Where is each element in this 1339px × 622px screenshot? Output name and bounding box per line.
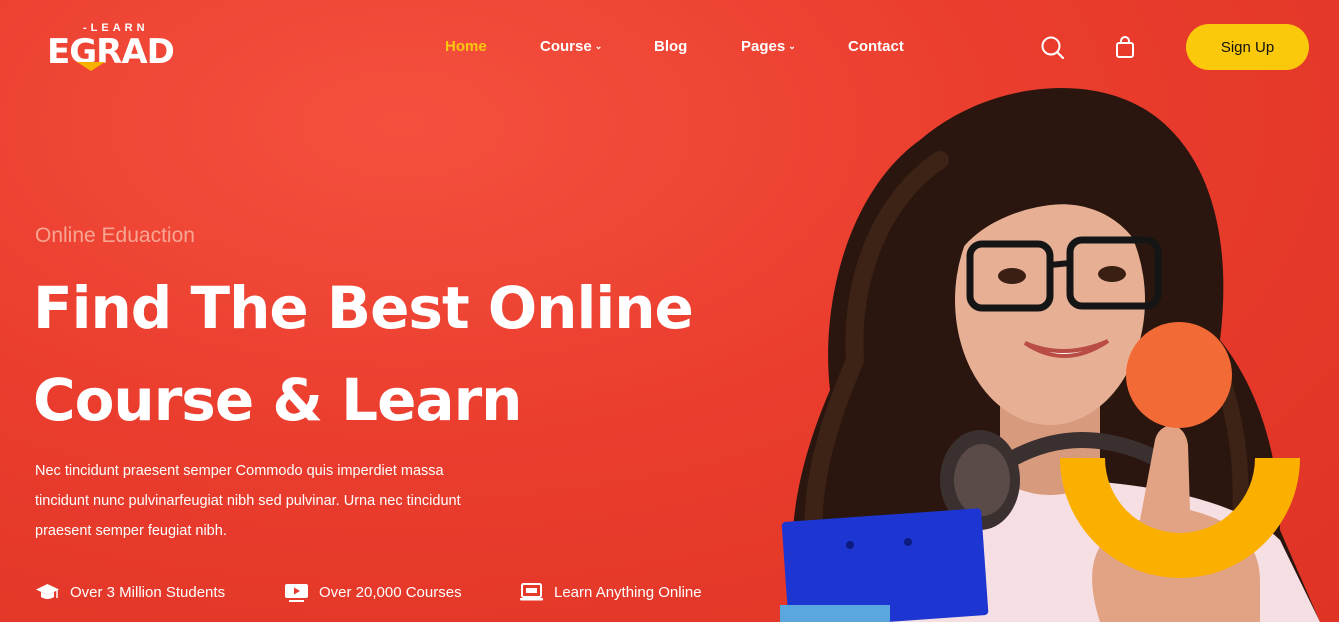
headline-line-1: Find The Best Online bbox=[33, 274, 694, 342]
nav-pages[interactable]: Pages ⌄ bbox=[741, 38, 796, 55]
feature-courses-label: Over 20,000 Courses bbox=[319, 583, 462, 601]
shopping-bag-icon[interactable] bbox=[1112, 34, 1140, 62]
nav-course-label: Course bbox=[540, 38, 592, 55]
hero-description: Nec tincidunt praesent semper Commodo qu… bbox=[35, 456, 535, 546]
description-line-1: Nec tincidunt praesent semper Commodo qu… bbox=[35, 463, 444, 479]
graduation-cap-icon bbox=[36, 584, 59, 599]
nav-blog-label: Blog bbox=[654, 38, 688, 55]
nav-course[interactable]: Course ⌄ bbox=[540, 38, 602, 55]
nav-pages-label: Pages bbox=[741, 38, 786, 55]
video-play-icon bbox=[285, 584, 308, 602]
nav-contact[interactable]: Contact bbox=[848, 38, 904, 55]
search-icon[interactable] bbox=[1039, 34, 1067, 62]
nav-home-label: Home bbox=[445, 38, 487, 55]
feature-students: Over 3 Million Students bbox=[35, 580, 225, 604]
chevron-down-icon: ⌄ bbox=[594, 41, 603, 51]
laptop-icon bbox=[520, 583, 543, 601]
feature-students-label: Over 3 Million Students bbox=[70, 583, 226, 601]
hero-section: -LEARN EGRAD Home Course ⌄ Blog Pages ⌄ Co… bbox=[0, 0, 1339, 622]
hero-headline: Find The Best Online Course & Learn bbox=[33, 262, 753, 446]
feature-online-label: Learn Anything Online bbox=[554, 583, 702, 601]
logo-wordmark: EGRAD bbox=[47, 32, 175, 72]
description-line-2: tincidunt nunc pulvinarfeugiat nibh sed … bbox=[35, 493, 461, 509]
nav-contact-label: Contact bbox=[848, 38, 904, 55]
feature-online: Learn Anything Online bbox=[519, 580, 702, 604]
headline-line-2: Course & Learn bbox=[33, 366, 522, 434]
nav-home[interactable]: Home bbox=[445, 38, 487, 55]
brand-logo[interactable]: -LEARN EGRAD bbox=[47, 22, 182, 72]
nav-blog[interactable]: Blog bbox=[654, 38, 687, 55]
chevron-down-icon: ⌄ bbox=[788, 41, 796, 51]
feature-courses: Over 20,000 Courses bbox=[284, 580, 462, 604]
student-photo bbox=[780, 88, 1320, 622]
hero-eyebrow: Online Eduaction bbox=[35, 224, 195, 247]
logo-chevron-icon bbox=[77, 62, 105, 71]
description-line-3: praesent semper feugiat nibh. bbox=[35, 523, 227, 539]
